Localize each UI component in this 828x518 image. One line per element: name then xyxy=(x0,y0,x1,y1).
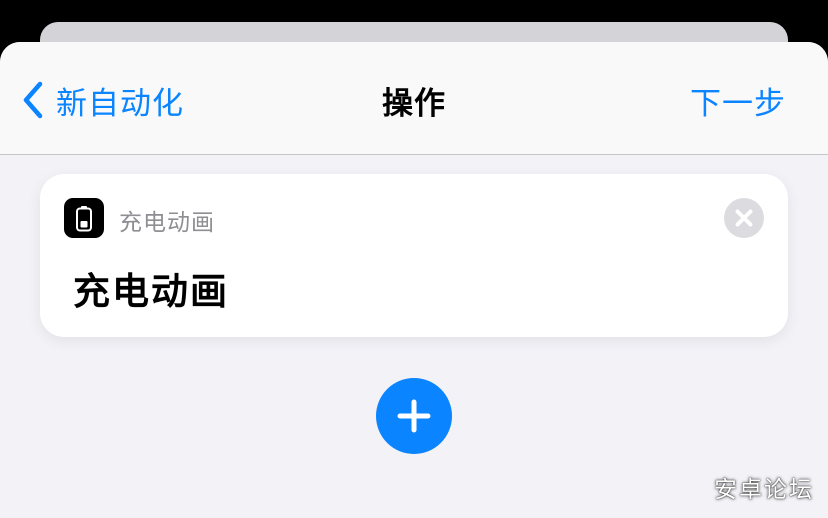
modal-sheet: 新自动化 操作 下一步 充电动画 充电动画 xyxy=(0,42,828,518)
navigation-bar: 新自动化 操作 下一步 xyxy=(0,42,828,155)
action-title: 充电动画 xyxy=(73,270,229,313)
action-app-name: 充电动画 xyxy=(119,210,215,236)
close-icon xyxy=(735,209,753,227)
add-action-button[interactable] xyxy=(376,378,452,454)
battery-icon xyxy=(64,198,104,238)
action-card[interactable]: 充电动画 充电动画 xyxy=(40,174,788,337)
plus-icon xyxy=(397,399,431,433)
remove-action-button[interactable] xyxy=(724,198,764,238)
next-button[interactable]: 下一步 xyxy=(690,78,786,123)
watermark: 安卓论坛 xyxy=(714,477,814,503)
